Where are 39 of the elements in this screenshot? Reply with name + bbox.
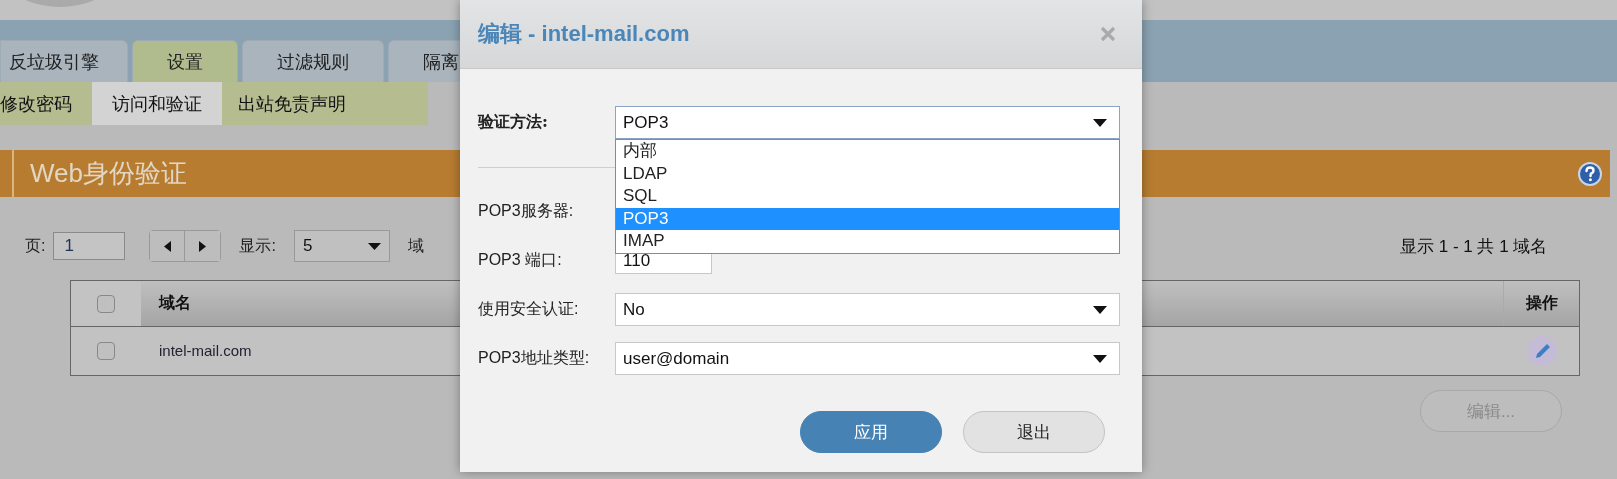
exit-button[interactable]: 退出: [963, 411, 1105, 453]
field-label: 验证方法:: [478, 112, 548, 131]
field-label: POP3地址类型:: [478, 349, 590, 366]
subtab[interactable]: 访问和验证: [92, 82, 222, 125]
column-header: 操作: [1503, 281, 1579, 326]
row-checkbox[interactable]: [97, 342, 115, 360]
dropdown-select[interactable]: user@domain: [615, 342, 1120, 375]
dropdown-select[interactable]: No: [615, 293, 1120, 326]
tab[interactable]: 反垃圾引擎: [0, 40, 128, 82]
select-all-checkbox[interactable]: [97, 294, 115, 313]
dropdown-option[interactable]: SQL: [616, 185, 1119, 208]
pencil-icon[interactable]: [1526, 336, 1557, 366]
previous-page-button[interactable]: [150, 231, 186, 261]
domain-filter-label: 域: [407, 235, 424, 256]
page-label: 页:: [25, 235, 46, 256]
show-label: 显示:: [239, 235, 276, 256]
dropdown-arrow-icon: [1093, 354, 1107, 363]
tab[interactable]: 设置: [132, 40, 238, 82]
field-label: 使用安全认证:: [478, 300, 579, 317]
dropdown-option[interactable]: 内部: [616, 140, 1119, 163]
field-label: POP3 端口:: [478, 251, 562, 268]
close-icon[interactable]: [1100, 26, 1116, 42]
dropdown-select[interactable]: POP3: [615, 106, 1120, 139]
page-field[interactable]: 1: [53, 232, 126, 260]
dropdown-arrow-icon: [1093, 118, 1107, 127]
field-label: POP3服务器:: [478, 202, 574, 219]
dropdown-arrow-icon: [367, 242, 381, 250]
page-size-select[interactable]: 5: [293, 230, 390, 262]
right-arrow-icon: [199, 240, 207, 252]
apply-button[interactable]: 应用: [800, 411, 942, 453]
left-arrow-icon: [163, 240, 171, 252]
results-summary: 显示 1 - 1 共 1 域名: [1400, 235, 1548, 258]
logo-arc-icon: [25, 0, 95, 8]
section-title: Web身份验证: [30, 157, 187, 190]
dropdown-option[interactable]: LDAP: [616, 162, 1119, 185]
tab[interactable]: 过滤规则: [242, 40, 384, 82]
help-icon[interactable]: [1578, 161, 1602, 186]
table-cell: intel-mail.com: [159, 342, 252, 359]
dropdown-arrow-icon: [1093, 305, 1107, 314]
